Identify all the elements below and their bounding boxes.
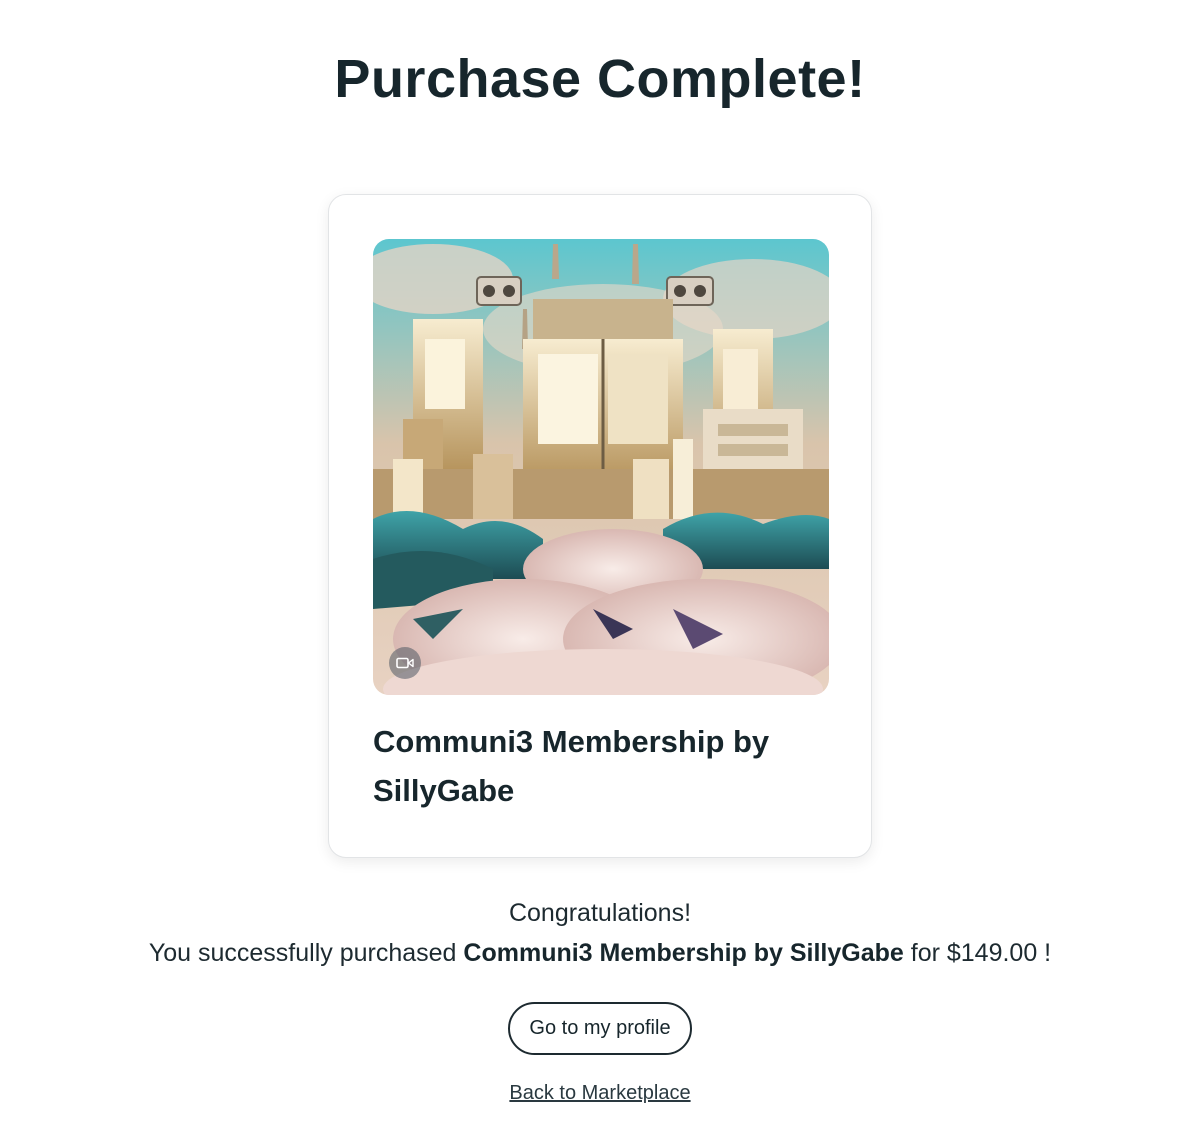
go-to-profile-button[interactable]: Go to my profile <box>508 1002 692 1055</box>
nft-artwork <box>373 239 829 695</box>
video-camera-icon <box>396 657 414 669</box>
purchased-item-name: Communi3 Membership by SillyGabe <box>463 939 904 967</box>
nft-card-title: Communi3 Membership by SillyGabe <box>373 724 770 808</box>
success-prefix: You successfully purchased <box>148 939 457 967</box>
nft-card[interactable]: Communi3 Membership by SillyGabe <box>328 194 872 858</box>
back-to-marketplace-link[interactable]: Back to Marketplace <box>509 1082 690 1104</box>
back-link-container: Back to Marketplace <box>0 1080 1200 1106</box>
nft-media[interactable] <box>373 239 829 695</box>
purchase-success-message: You successfully purchased Communi3 Memb… <box>0 936 1200 970</box>
video-badge <box>389 647 421 679</box>
congratulations-text: Congratulations! <box>508 899 692 927</box>
page-title: Purchase Complete! <box>334 49 866 110</box>
purchase-price: for $149.00 ! <box>910 939 1052 967</box>
